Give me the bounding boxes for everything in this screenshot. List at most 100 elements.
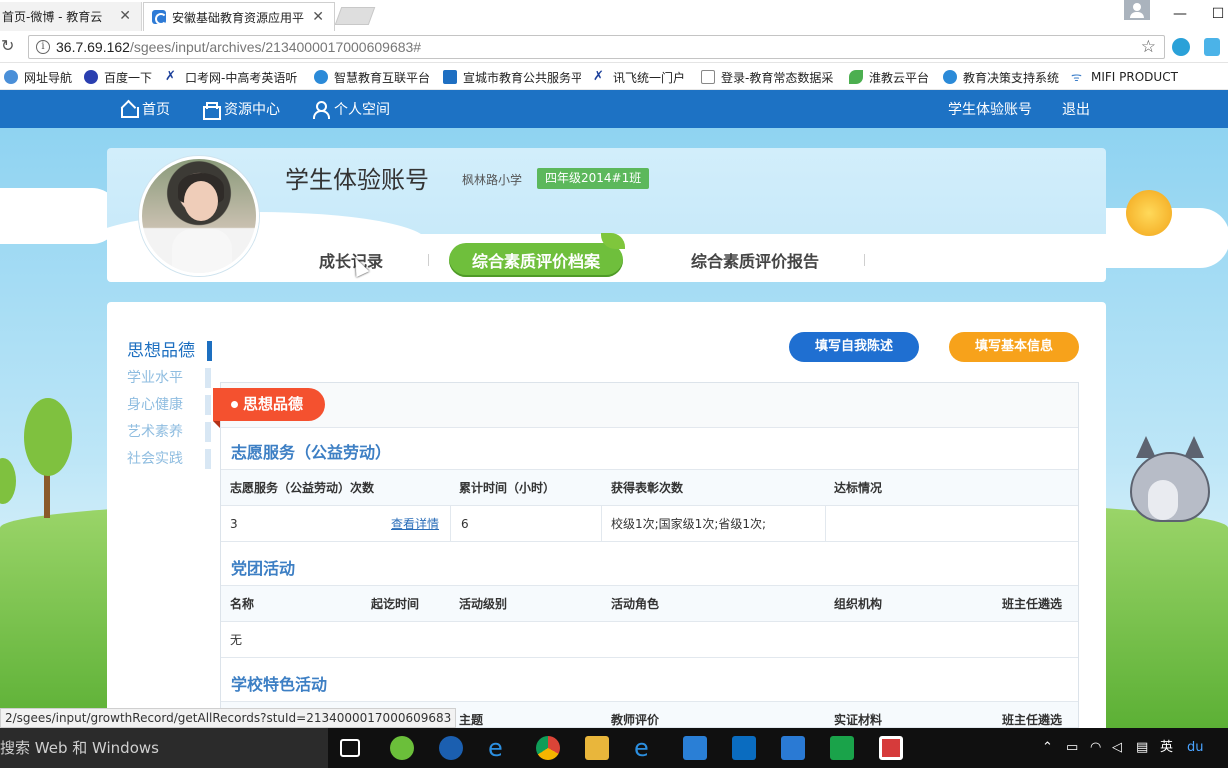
nav-label: 资源中心 — [224, 102, 280, 118]
status-bar-url: 2/sgees/input/growthRecord/getAllRecords… — [0, 708, 457, 728]
browser-tab-weibo[interactable]: 首页-微博 - 教育云 ✕ — [0, 2, 142, 31]
ie-icon[interactable]: e — [634, 736, 658, 760]
url-host: 36.7.69.162 — [56, 39, 130, 55]
baidu-ime-icon[interactable]: du — [1187, 728, 1204, 768]
bookmark-label: 讯飞统一门户 — [613, 70, 686, 85]
column-header: 活动级别 — [459, 597, 508, 611]
nav-account[interactable]: 学生体验账号 — [948, 90, 1032, 128]
extension-icon[interactable] — [1172, 38, 1190, 56]
app-icon-blue[interactable] — [439, 736, 463, 760]
sidebar-item-moral[interactable]: 思想品德 — [127, 341, 195, 361]
bookmark-label: 智慧教育互联平台 — [334, 70, 431, 85]
bookmark-item[interactable]: 智慧教育互联平台 — [314, 68, 434, 86]
wps-writer-icon[interactable] — [781, 736, 805, 760]
section-title-volunteer: 志愿服务（公益劳动） — [231, 443, 392, 462]
network-icon[interactable]: ◠ — [1090, 728, 1101, 768]
tree-decoration — [24, 398, 72, 476]
ribbon-fold — [213, 421, 220, 428]
chrome-icon[interactable] — [536, 736, 560, 760]
empty-text: 无 — [230, 633, 243, 647]
bookmark-item[interactable]: 网址导航 — [4, 68, 76, 86]
reload-icon[interactable]: ↻ — [1, 38, 17, 54]
basic-info-button[interactable]: 填写基本信息 — [949, 332, 1079, 362]
address-bar[interactable]: i 36.7.69.162/sgees/input/archives/21340… — [28, 35, 1165, 59]
section-title-party: 党团活动 — [231, 559, 296, 578]
message-icon[interactable]: ▤ — [1136, 728, 1148, 768]
outlook-icon[interactable] — [732, 736, 756, 760]
column-header: 活动角色 — [611, 597, 660, 611]
bookmark-item[interactable]: ✗ 讯飞统一门户 — [593, 68, 689, 86]
new-tab-button[interactable] — [334, 7, 376, 25]
home-icon — [120, 101, 139, 118]
bookmark-label: 口考网-中高考英语听 — [185, 70, 298, 85]
tab-quality-archive[interactable]: 综合素质评价档案 — [449, 243, 623, 277]
video-app-icon[interactable] — [879, 736, 903, 760]
school-name: 枫林路小学 — [462, 173, 523, 187]
column-header: 教师评价 — [611, 713, 660, 727]
column-header: 组织机构 — [834, 597, 883, 611]
close-tab-icon[interactable]: ✕ — [119, 8, 131, 24]
column-header: 班主任遴选 — [1002, 713, 1063, 727]
bookmarks-bar: 网址导航 百度一下 ✗ 口考网-中高考英语听 智慧教育互联平台 宣城市教育公共服务… — [0, 64, 1228, 90]
globe-icon — [4, 70, 18, 84]
taskbar-search[interactable]: 搜索 Web 和 Windows — [0, 728, 328, 768]
bookmark-label: 宣城市教育公共服务平 — [463, 70, 581, 85]
sidebar-item-art[interactable]: 艺术素养 — [127, 422, 183, 442]
sidebar-item-health[interactable]: 身心健康 — [127, 395, 183, 415]
profile-icon[interactable] — [1124, 0, 1150, 20]
nav-home[interactable]: 首页 — [120, 90, 170, 128]
browser-tab-active[interactable]: 安徽基础教育资源应用平 ✕ — [143, 2, 335, 31]
nav-label: 个人空间 — [334, 102, 390, 118]
bookmark-item[interactable]: ✗ 口考网-中高考英语听 — [165, 68, 301, 86]
extension-icon[interactable] — [1204, 38, 1220, 56]
section-title-school-activity: 学校特色活动 — [231, 675, 328, 694]
nav-personal[interactable]: 个人空间 — [312, 90, 390, 128]
tab-divider — [428, 254, 429, 266]
sidebar-item-practice[interactable]: 社会实践 — [127, 449, 183, 469]
column-header: 达标情况 — [834, 481, 883, 495]
table-row: 无 — [221, 622, 1078, 658]
bookmark-star-icon[interactable]: ☆ — [1141, 37, 1156, 57]
info-icon[interactable]: i — [36, 40, 50, 54]
task-view-icon[interactable] — [340, 739, 360, 757]
column-header: 起讫时间 — [371, 597, 420, 611]
url-text: 36.7.69.162/sgees/input/archives/2134000… — [56, 39, 421, 55]
tab-quality-report[interactable]: 综合素质评价报告 — [691, 243, 819, 277]
ime-indicator[interactable]: 英 — [1160, 728, 1173, 768]
app-icon-blue[interactable] — [683, 736, 707, 760]
sidebar-indicator — [205, 395, 211, 415]
blue-dot-icon — [943, 70, 957, 84]
minimize-icon[interactable]: — — [1160, 0, 1200, 28]
sidebar-item-academic[interactable]: 学业水平 — [127, 368, 183, 388]
bookmark-item[interactable]: ᯤ MIFI PRODUCT — [1071, 68, 1183, 86]
column-divider — [601, 506, 602, 542]
edge-icon[interactable]: e — [488, 736, 512, 760]
maximize-icon[interactable]: ☐ — [1198, 0, 1228, 28]
wps-sheet-icon[interactable] — [830, 736, 854, 760]
sidebar-indicator — [205, 368, 211, 388]
app-icon-green[interactable] — [390, 736, 414, 760]
bookmark-item[interactable]: 百度一下 — [84, 68, 156, 86]
class-badge: 四年级2014#1班 — [537, 168, 650, 189]
nav-resources[interactable]: 资源中心 — [202, 90, 280, 128]
bookmark-item[interactable]: 淮教云平台 — [849, 68, 935, 86]
wifi-icon: ᯤ — [1071, 70, 1082, 84]
site-nav-bar: 首页 资源中心 个人空间 学生体验账号 退出 — [0, 90, 1228, 128]
windows-taskbar: 搜索 Web 和 Windows e e ⌃ ▭ ◠ ◁ ▤ 英 du — [0, 728, 1228, 768]
volume-icon[interactable]: ◁ — [1112, 728, 1122, 768]
bookmark-item[interactable]: 教育决策支持系统 — [943, 68, 1063, 86]
view-details-link[interactable]: 查看详情 — [391, 506, 439, 542]
close-tab-icon[interactable]: ✕ — [312, 9, 324, 25]
folder-icon[interactable] — [585, 736, 609, 760]
bookmark-item[interactable]: 登录-教育常态数据采 — [701, 68, 835, 86]
tray-chevron-icon[interactable]: ⌃ — [1042, 728, 1053, 768]
moral-panel — [220, 382, 1079, 728]
party-table-header: 名称 起讫时间 活动级别 活动角色 组织机构 班主任遴选 — [221, 585, 1078, 622]
bookmark-label: 教育决策支持系统 — [963, 70, 1060, 85]
logout-link[interactable]: 退出 — [1062, 90, 1090, 128]
bookmark-item[interactable]: 宣城市教育公共服务平 — [443, 68, 581, 86]
column-header: 累计时间（小时） — [459, 481, 556, 495]
self-statement-button[interactable]: 填写自我陈述 — [789, 332, 919, 362]
battery-icon[interactable]: ▭ — [1066, 728, 1078, 768]
cloud-decoration — [0, 188, 120, 244]
